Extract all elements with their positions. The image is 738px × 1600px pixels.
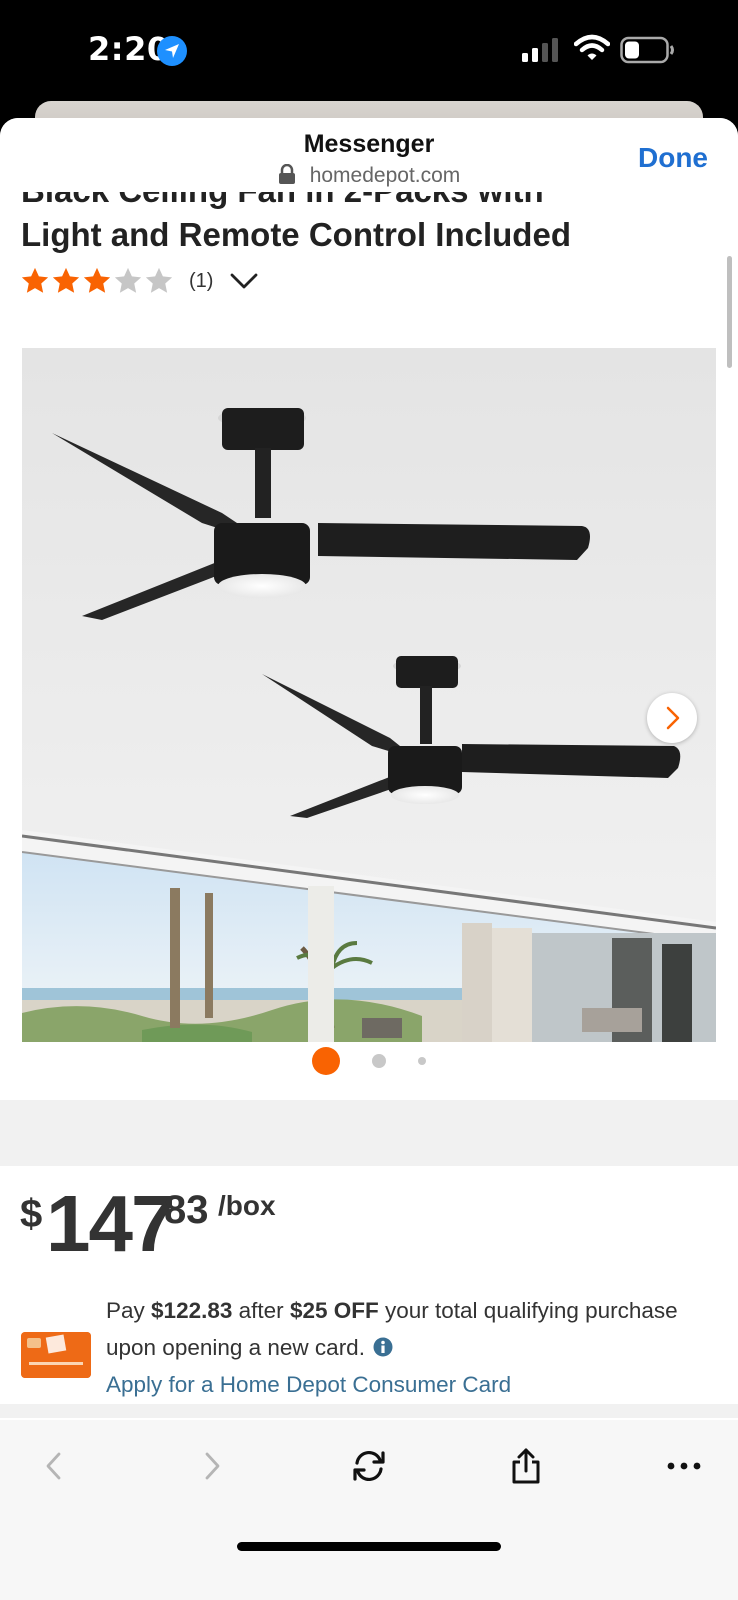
back-button[interactable] <box>34 1446 74 1486</box>
share-button[interactable] <box>506 1446 546 1486</box>
pagination-dot[interactable] <box>312 1047 340 1075</box>
price-cents: 83 <box>164 1188 209 1232</box>
product-rating[interactable]: (1) <box>20 264 259 298</box>
done-button[interactable]: Done <box>638 142 708 174</box>
next-image-button[interactable] <box>647 693 697 743</box>
star-empty-icon <box>114 267 142 293</box>
forward-button[interactable] <box>192 1446 232 1486</box>
sheet-url: homedepot.com <box>309 164 461 187</box>
sheet-url-row: homedepot.com <box>0 164 738 188</box>
promo-discount: $25 OFF <box>289 1298 379 1323</box>
more-icon <box>667 1462 701 1470</box>
product-image[interactable] <box>22 348 716 1042</box>
cellular-signal-icon <box>522 38 558 62</box>
price-currency: $ <box>20 1192 43 1236</box>
promo-amount: $122.83 <box>151 1298 233 1323</box>
sheet-header: Messenger homedepot.com Done <box>0 118 738 192</box>
review-count: (1) <box>189 269 214 292</box>
section-divider <box>0 1100 738 1166</box>
forward-icon <box>205 1452 220 1480</box>
scrollbar[interactable] <box>727 256 732 368</box>
chevron-right-icon <box>666 706 680 730</box>
in-app-browser-sheet: Messenger homedepot.com Done Black Ceili… <box>0 118 738 1600</box>
rating-stars <box>20 266 175 296</box>
card-promo: Pay $122.83 after $25 OFF your total qua… <box>106 1292 716 1403</box>
chevron-down-icon[interactable] <box>229 271 259 291</box>
image-pagination-dots[interactable] <box>0 1046 738 1076</box>
lock-icon <box>278 164 295 184</box>
status-bar: 2:20 <box>0 0 738 100</box>
pagination-dot[interactable] <box>418 1057 426 1065</box>
section-divider-bottom <box>0 1404 738 1418</box>
home-depot-card-icon <box>21 1332 91 1378</box>
star-filled-icon <box>52 267 80 293</box>
info-icon[interactable] <box>373 1337 393 1357</box>
apply-card-link[interactable]: Apply for a Home Depot Consumer Card <box>106 1372 511 1397</box>
more-button[interactable] <box>664 1446 704 1486</box>
product-title: Light and Remote Control Included <box>21 216 571 253</box>
home-indicator[interactable] <box>237 1542 501 1551</box>
reload-icon <box>353 1450 385 1482</box>
star-empty-icon <box>145 267 173 293</box>
battery-icon <box>620 36 674 64</box>
price-unit: /box <box>218 1190 276 1221</box>
wifi-icon <box>574 34 610 60</box>
star-filled-icon <box>83 267 111 293</box>
reload-button[interactable] <box>349 1446 389 1486</box>
sheet-title: Messenger <box>303 130 435 158</box>
share-icon <box>512 1448 540 1484</box>
price-dollars: 147 <box>46 1179 175 1268</box>
pagination-dot[interactable] <box>372 1054 386 1068</box>
promo-text-1: Pay <box>106 1298 145 1323</box>
location-icon <box>157 36 187 66</box>
star-filled-icon <box>21 267 49 293</box>
promo-text-2: after <box>238 1298 284 1323</box>
ceiling-fan-photo <box>22 348 716 1042</box>
back-icon <box>46 1452 61 1480</box>
browser-toolbar <box>0 1420 738 1600</box>
